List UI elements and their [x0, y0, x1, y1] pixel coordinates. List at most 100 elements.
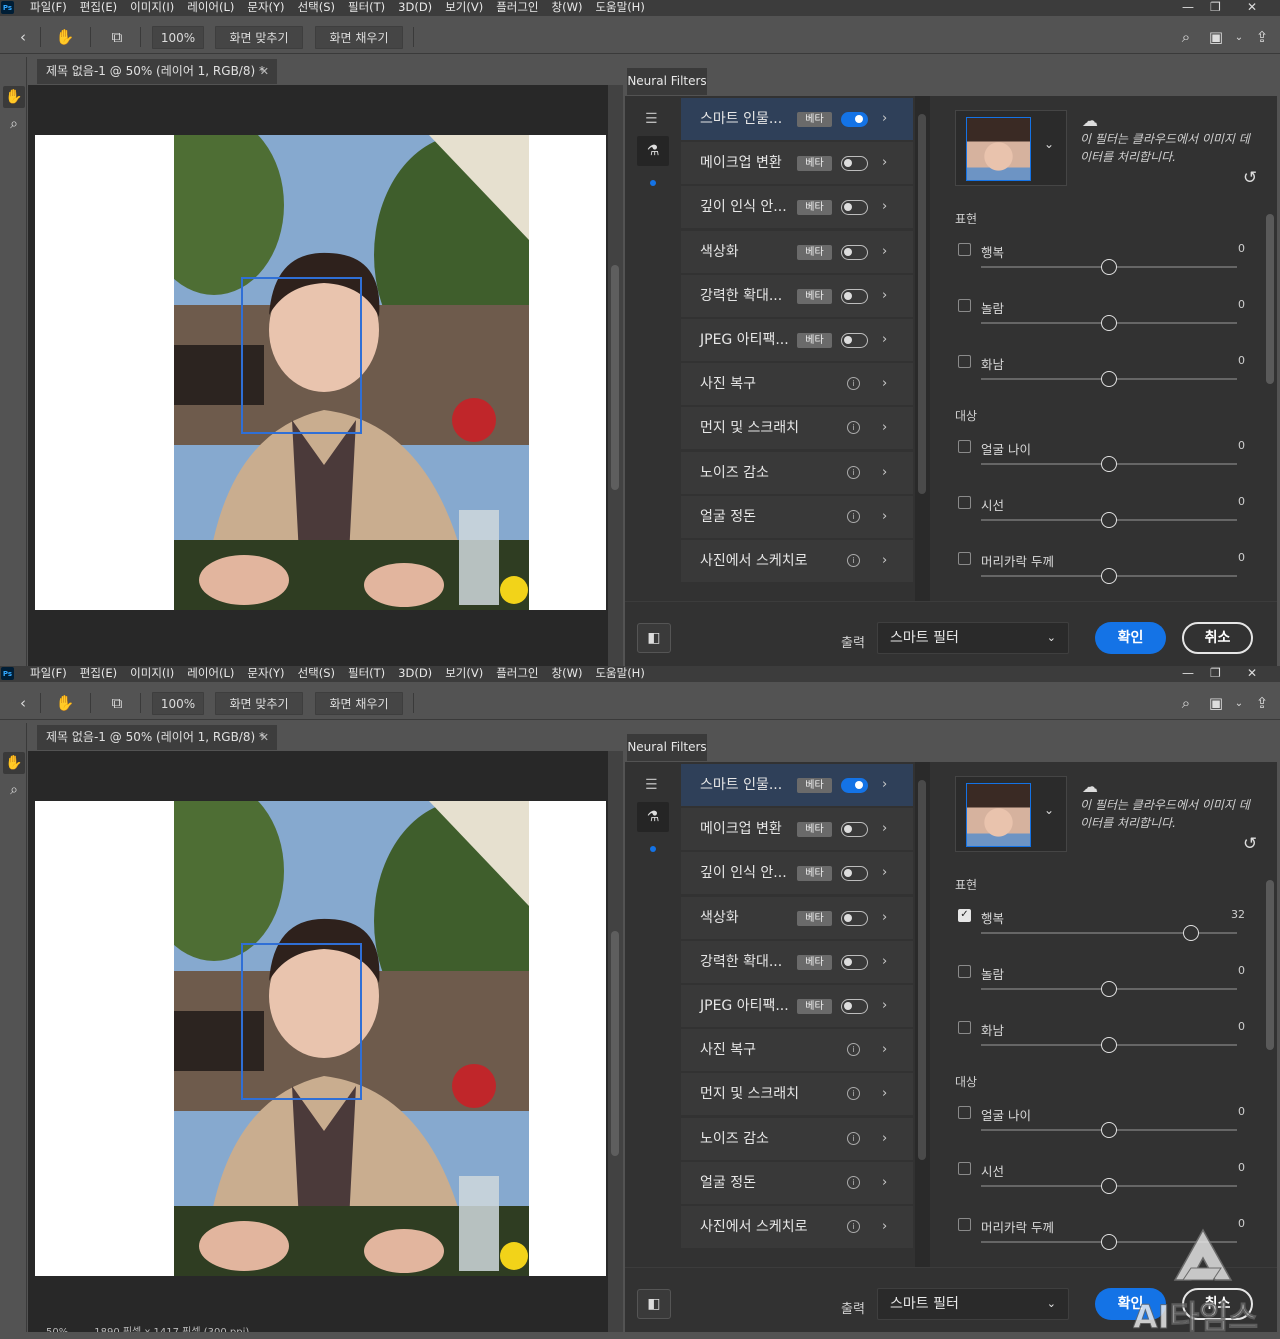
restore-icon[interactable]: ❐: [1210, 0, 1221, 14]
fill-screen-button[interactable]: 화면 채우기: [315, 692, 403, 715]
param-slider[interactable]: [981, 568, 1237, 584]
chevron-right-icon[interactable]: ›: [882, 319, 887, 361]
slider-knob[interactable]: [1101, 1234, 1117, 1250]
filter-list-scrollbar[interactable]: [915, 96, 930, 601]
chevron-right-icon[interactable]: ›: [882, 985, 887, 1027]
close-icon[interactable]: ✕: [1247, 666, 1257, 680]
workspace-icon[interactable]: ▣: [1205, 26, 1227, 48]
chevron-right-icon[interactable]: ›: [882, 496, 887, 538]
chevron-right-icon[interactable]: ›: [882, 231, 887, 273]
fit-screen-button[interactable]: 화면 맞추기: [215, 692, 303, 715]
info-icon[interactable]: i: [847, 377, 860, 391]
close-icon[interactable]: ✕: [1247, 0, 1257, 14]
chevron-down-icon[interactable]: ⌄: [1228, 26, 1250, 48]
filter-item[interactable]: JPEG 아티팩... 베타 ›: [681, 985, 913, 1027]
slider-knob[interactable]: [1101, 1122, 1117, 1138]
close-tab-icon[interactable]: ✕: [260, 725, 269, 750]
filter-item[interactable]: 스마트 인물... 베타 ›: [681, 764, 913, 806]
filter-toggle[interactable]: [841, 954, 868, 970]
filter-item[interactable]: 메이크업 변환 베타 ›: [681, 808, 913, 851]
close-tab-icon[interactable]: ✕: [260, 59, 269, 84]
info-icon[interactable]: i: [847, 509, 860, 523]
filter-item[interactable]: 색상화 베타 ›: [681, 896, 913, 939]
canvas-vertical-scrollbar[interactable]: [608, 751, 623, 1332]
beta-filters-icon[interactable]: ⚗: [637, 136, 669, 166]
zoom-tool-icon[interactable]: ⌕: [3, 113, 25, 135]
param-slider[interactable]: [981, 1178, 1237, 1194]
chevron-down-icon[interactable]: ⌄: [1044, 137, 1054, 151]
menu-item[interactable]: 도움말(H): [595, 0, 644, 15]
hand-tool-icon[interactable]: ✋: [54, 692, 76, 714]
info-icon[interactable]: i: [847, 1220, 860, 1233]
filter-item[interactable]: 깊이 인식 안... 베타 ›: [681, 852, 913, 895]
info-icon[interactable]: i: [847, 465, 860, 479]
hand-tool-icon[interactable]: ✋: [3, 752, 25, 774]
info-icon[interactable]: i: [847, 1175, 860, 1189]
workspace-icon[interactable]: ▣: [1205, 692, 1227, 714]
param-checkbox[interactable]: [958, 440, 971, 453]
scroll-thumb[interactable]: [918, 114, 926, 494]
slider-knob[interactable]: [1101, 512, 1117, 528]
menu-item[interactable]: 파일(F): [30, 666, 67, 681]
filter-toggle[interactable]: [841, 200, 868, 216]
slider-knob[interactable]: [1101, 568, 1117, 584]
face-selector[interactable]: ⌄: [955, 776, 1067, 852]
chevron-right-icon[interactable]: ›: [882, 363, 887, 405]
menu-item[interactable]: 문자(Y): [247, 666, 284, 681]
scroll-thumb[interactable]: [918, 780, 926, 1160]
zoom-100-button[interactable]: 100%: [152, 692, 204, 715]
menu-item[interactable]: 파일(F): [30, 0, 67, 15]
param-checkbox[interactable]: [958, 965, 971, 978]
restore-icon[interactable]: ❐: [1210, 666, 1221, 680]
filter-toggle[interactable]: [841, 288, 868, 304]
chevron-right-icon[interactable]: ›: [882, 1206, 887, 1248]
param-checkbox[interactable]: ✓: [958, 909, 971, 922]
slider-knob[interactable]: [1101, 1178, 1117, 1194]
filter-item[interactable]: 색상화 베타 ›: [681, 230, 913, 273]
slider-knob[interactable]: [1101, 1037, 1117, 1053]
param-slider[interactable]: [981, 371, 1237, 387]
filter-toggle[interactable]: [841, 244, 868, 260]
param-slider[interactable]: [981, 1037, 1237, 1053]
filter-toggle[interactable]: [841, 866, 868, 882]
filter-toggle[interactable]: [841, 112, 868, 127]
chevron-right-icon[interactable]: ›: [882, 275, 887, 317]
scroll-thumb[interactable]: [611, 265, 619, 490]
filter-item[interactable]: 강력한 확대... 베타 ›: [681, 940, 913, 983]
canvas-area[interactable]: 50% 1890 픽셀 x 1417 픽셀 (300 ppi): [28, 751, 608, 1332]
filter-item[interactable]: 깊이 인식 안... 베타 ›: [681, 186, 913, 229]
scroll-thumb[interactable]: [611, 931, 619, 1156]
slider-knob[interactable]: [1101, 259, 1117, 275]
param-slider[interactable]: [981, 259, 1237, 275]
filter-item[interactable]: 얼굴 정돈 i ›: [681, 1161, 913, 1204]
ok-button[interactable]: 확인: [1095, 1288, 1166, 1320]
chevron-right-icon[interactable]: ›: [882, 540, 887, 582]
slider-knob[interactable]: [1182, 925, 1199, 941]
menu-item[interactable]: 플러그인: [496, 666, 538, 681]
menu-item[interactable]: 이미지(I): [130, 666, 174, 681]
share-icon[interactable]: ⇪: [1251, 26, 1273, 48]
filter-item[interactable]: 먼지 및 스크래치 i ›: [681, 407, 913, 450]
slider-knob[interactable]: [1101, 981, 1117, 997]
filter-item[interactable]: 사진에서 스케치로 i ›: [681, 540, 913, 582]
share-icon[interactable]: ⇪: [1251, 692, 1273, 714]
param-slider[interactable]: [981, 512, 1237, 528]
fill-screen-button[interactable]: 화면 채우기: [315, 26, 403, 49]
chevron-right-icon[interactable]: ›: [882, 1073, 887, 1115]
canvas-area[interactable]: [28, 85, 608, 666]
face-selector[interactable]: ⌄: [955, 110, 1067, 186]
filter-item[interactable]: 사진 복구 i ›: [681, 363, 913, 406]
param-checkbox[interactable]: [958, 552, 971, 565]
scroll-all-windows-icon[interactable]: ⧉: [106, 26, 128, 48]
neural-filters-tab[interactable]: Neural Filters: [627, 734, 707, 761]
slider-knob[interactable]: [1101, 315, 1117, 331]
param-checkbox[interactable]: [958, 299, 971, 312]
beta-filters-icon[interactable]: ⚗: [637, 802, 669, 832]
filter-list-scrollbar[interactable]: [915, 762, 930, 1267]
chevron-right-icon[interactable]: ›: [882, 407, 887, 449]
param-checkbox[interactable]: [958, 496, 971, 509]
all-filters-icon[interactable]: ☰: [645, 777, 658, 793]
menu-item[interactable]: 선택(S): [298, 0, 335, 15]
slider-knob[interactable]: [1101, 371, 1117, 387]
chevron-down-icon[interactable]: ⌄: [1044, 803, 1054, 817]
